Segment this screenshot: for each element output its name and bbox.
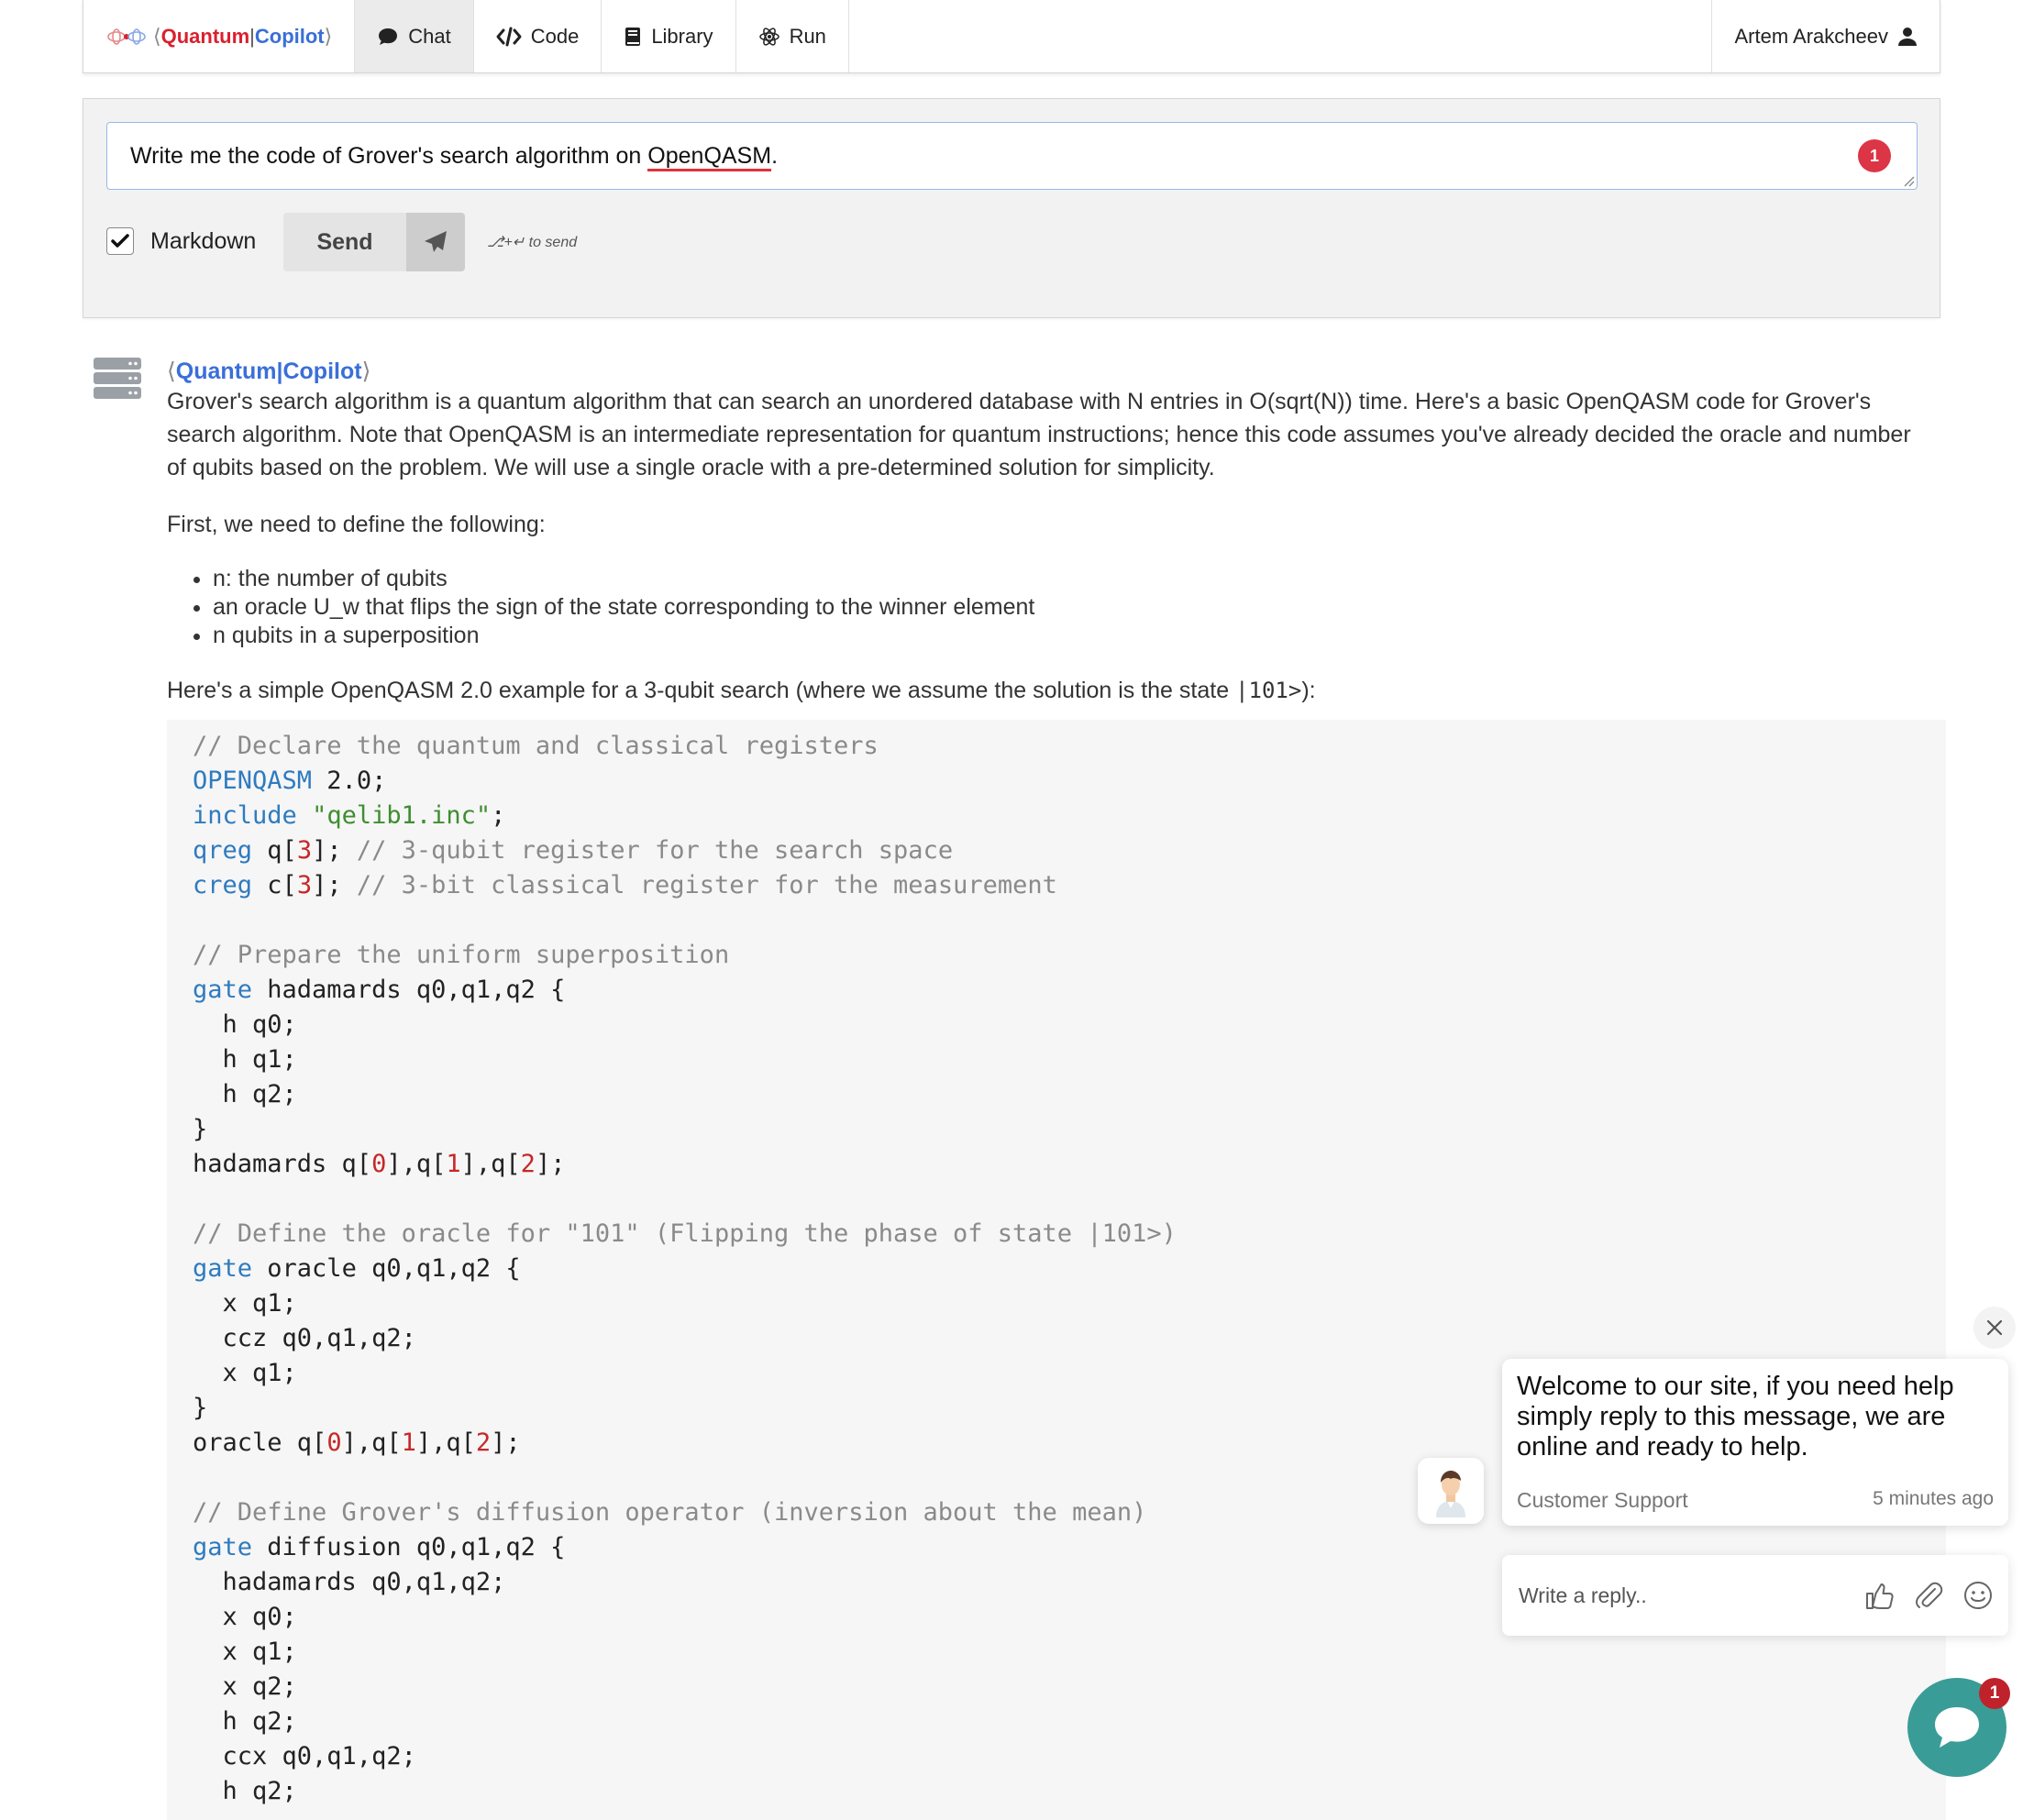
chat-bubble-icon	[1935, 1707, 1979, 1748]
user-menu[interactable]: Artem Arakcheev	[1711, 0, 1940, 72]
list-item: an oracle U_w that flips the sign of the…	[213, 593, 1928, 622]
list-item: n qubits in a superposition	[213, 622, 1928, 650]
send-shortcut-hint: ⎇+↵ to send	[487, 235, 578, 250]
message-author: ⟨Quantum|Copilot⟩	[167, 358, 370, 385]
requirements-list: n: the number of qubits an oracle U_w th…	[167, 565, 1928, 650]
resize-handle-icon[interactable]	[1902, 174, 1915, 187]
code-line: x q1;	[193, 1289, 297, 1318]
quantum-logo-icon	[107, 28, 146, 45]
user-name: Artem Arakcheev	[1734, 24, 1888, 48]
prompt-input[interactable]: Write me the code of Grover's search alg…	[106, 122, 1918, 190]
code-line: // Define the oracle for "101" (Flipping…	[193, 1219, 1177, 1248]
message-time: 5 minutes ago	[1873, 1488, 1994, 1509]
code-line: ccz q0,q1,q2;	[193, 1324, 416, 1352]
paper-plane-icon	[425, 231, 447, 252]
speech-bubble-icon	[379, 28, 398, 45]
example-state: |101>	[1235, 678, 1302, 703]
thumbs-up-icon[interactable]	[1863, 1580, 1895, 1611]
paperclip-icon[interactable]	[1913, 1580, 1944, 1611]
tab-run[interactable]: Run	[736, 0, 849, 72]
brand-copilot: Copilot	[254, 24, 325, 48]
author-close-bracket: ⟩	[361, 358, 371, 384]
reply-composer	[1502, 1555, 2008, 1636]
code-line: gate oracle q0,q1,q2 {	[193, 1254, 521, 1283]
chat-launcher-button[interactable]: 1	[1907, 1678, 2010, 1777]
reply-input[interactable]	[1517, 1582, 1863, 1609]
markdown-toggle[interactable]: Markdown	[106, 227, 256, 255]
code-line: creg c[3]; // 3-bit classical register f…	[193, 871, 1057, 899]
welcome-message-meta: Customer Support 5 minutes ago	[1517, 1488, 1994, 1513]
tab-chat-label: Chat	[408, 24, 451, 48]
user-icon	[1898, 27, 1917, 46]
tab-code-label: Code	[530, 24, 580, 48]
tab-code[interactable]: Code	[474, 0, 602, 72]
tab-library[interactable]: Library	[602, 0, 736, 72]
code-line: h q2;	[193, 1777, 297, 1805]
message-sender: Customer Support	[1517, 1488, 1688, 1512]
code-line: ​	[193, 1182, 1920, 1217]
reply-actions	[1863, 1580, 1994, 1611]
code-block[interactable]: // Declare the quantum and classical reg…	[167, 720, 1946, 1820]
brand-open-bracket: ⟨	[153, 24, 161, 48]
tab-run-label: Run	[789, 24, 826, 48]
code-line: ccx q0,q1,q2;	[193, 1742, 416, 1770]
author-copilot: Copilot	[282, 358, 362, 384]
close-chat-button[interactable]	[1973, 1307, 2016, 1349]
example-text: Here's a simple OpenQASM 2.0 example for…	[167, 678, 1236, 703]
smiley-icon[interactable]	[1962, 1580, 1994, 1611]
list-item: n: the number of qubits	[213, 565, 1928, 593]
code-line: hadamards q[0],q[1],q[2];	[193, 1150, 566, 1178]
code-line: // Prepare the uniform superposition	[193, 941, 730, 969]
message-example-intro: Here's a simple OpenQASM 2.0 example for…	[167, 674, 1928, 707]
checkmark-icon	[111, 234, 129, 248]
close-icon	[1986, 1319, 2003, 1336]
code-icon	[496, 27, 522, 46]
author-open-bracket: ⟨	[167, 358, 176, 384]
code-line: ​	[193, 903, 1920, 938]
send-button-group: Send	[283, 213, 465, 271]
tab-chat[interactable]: Chat	[355, 0, 474, 72]
welcome-message-text: Welcome to our site, if you need help si…	[1517, 1372, 1954, 1462]
code-line: h q1;	[193, 1045, 297, 1074]
code-line: h q2;	[193, 1707, 297, 1736]
code-line: h q0;	[193, 1010, 297, 1039]
brand-close-bracket: ⟩	[324, 24, 333, 48]
markdown-checkbox[interactable]	[106, 227, 134, 255]
code-line: }	[193, 1115, 208, 1143]
example-text-end: ):	[1301, 678, 1316, 703]
message-body: Grover's search algorithm is a quantum a…	[167, 385, 1928, 731]
code-line: gate hadamards q0,q1,q2 {	[193, 976, 566, 1004]
book-icon	[625, 27, 641, 46]
server-icon	[94, 358, 141, 399]
send-icon-button[interactable]	[406, 213, 465, 271]
grammar-badge[interactable]: 1	[1858, 139, 1891, 172]
code-line: include "qelib1.inc";	[193, 801, 506, 830]
code-line: x q2;	[193, 1672, 297, 1701]
code-line: // Declare the quantum and classical reg…	[193, 732, 879, 760]
welcome-message-bubble[interactable]: Welcome to our site, if you need help si…	[1502, 1359, 2008, 1526]
atom-icon	[758, 27, 779, 46]
support-agent-avatar	[1418, 1458, 1484, 1524]
message-first-need: First, we need to define the following:	[167, 512, 546, 537]
code-line: qreg q[3]; // 3-qubit register for the s…	[193, 836, 954, 865]
brand-quantum: Quantum	[160, 24, 250, 48]
prompt-text-end: .	[771, 143, 779, 169]
prompt-text: Write me the code of Grover's search alg…	[130, 143, 648, 169]
agent-person-icon	[1436, 1471, 1465, 1517]
code-line: h q2;	[193, 1080, 297, 1109]
code-line: OPENQASM 2.0;	[193, 767, 387, 795]
top-navbar: ⟨ Quantum | Copilot ⟩ Chat Code Library	[83, 0, 1940, 73]
code-line: x q1;	[193, 1638, 297, 1666]
markdown-label: Markdown	[150, 227, 257, 254]
compose-panel: Write me the code of Grover's search alg…	[83, 98, 1940, 318]
send-button[interactable]: Send	[283, 213, 406, 271]
tab-library-label: Library	[651, 24, 713, 48]
message-intro: Grover's search algorithm is a quantum a…	[167, 389, 1911, 480]
unread-badge: 1	[1979, 1678, 2010, 1709]
author-quantum: Quantum	[175, 358, 277, 384]
prompt-misspelled-word: OpenQASM	[647, 143, 772, 171]
brand-logo[interactable]: ⟨ Quantum | Copilot ⟩	[83, 0, 356, 72]
